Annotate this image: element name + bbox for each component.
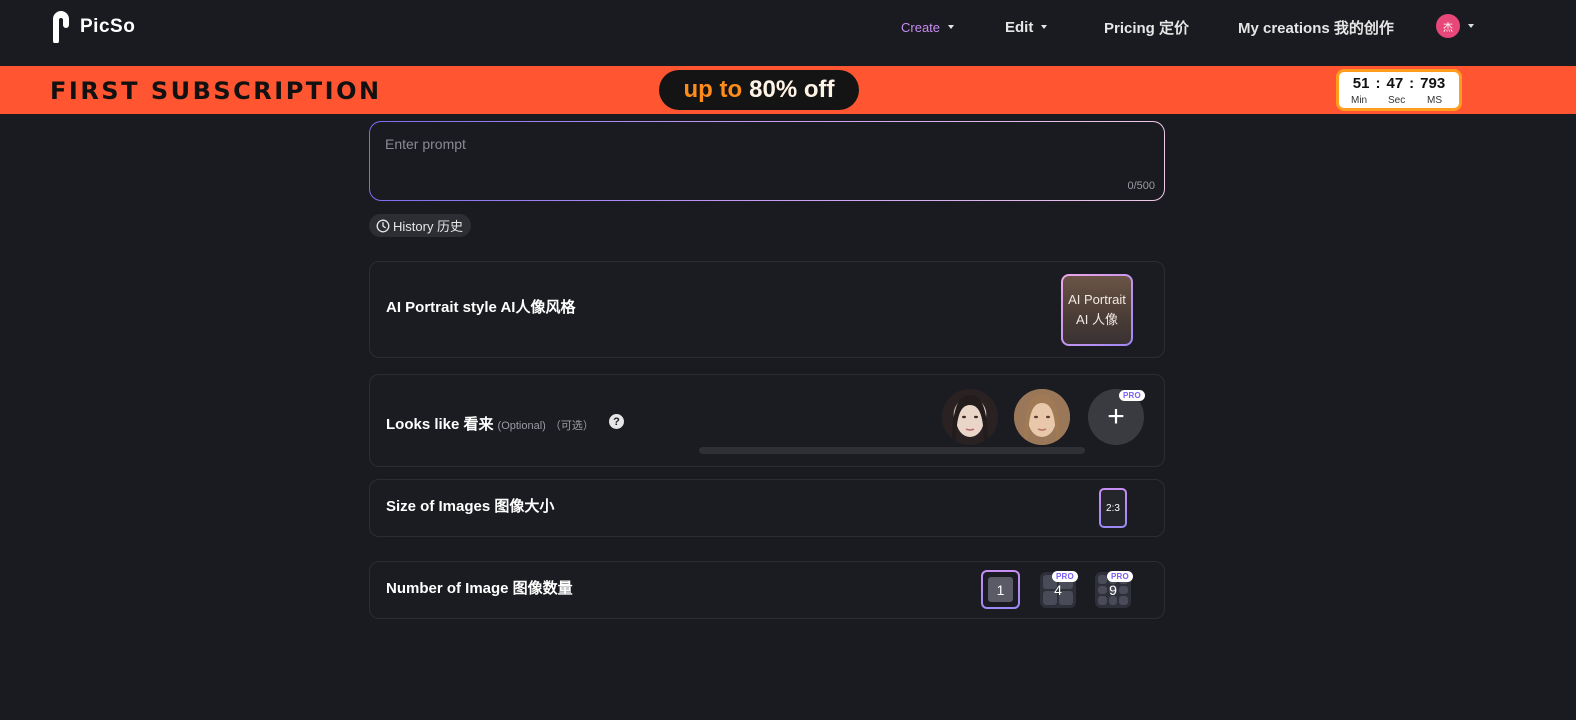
nav-my-creations-link[interactable]: My creations 我的创作: [1238, 0, 1394, 54]
help-icon[interactable]: ?: [609, 414, 624, 429]
prompt-inner: 0/500: [370, 122, 1164, 200]
optional-zh-label: （可选）: [549, 420, 594, 432]
picso-logo[interactable]: PicSo: [50, 11, 135, 43]
grid-cell: [1098, 596, 1107, 605]
ratio-option-2-3[interactable]: 2:3: [1099, 488, 1127, 528]
count-option-1-label: 1: [988, 577, 1013, 602]
banner-title: FIRST SUBSCRIPTION: [50, 77, 382, 105]
image-size-card: Size of Images 图像大小 2:3: [369, 479, 1165, 537]
timer-milliseconds: 793: [1420, 75, 1446, 92]
banner-offer-pill: up to 80% off: [659, 70, 859, 110]
nav-create-menu[interactable]: Create: [901, 0, 955, 54]
prompt-char-counter: 0/500: [1127, 180, 1155, 192]
picso-logo-icon: [53, 11, 69, 43]
reference-face-1[interactable]: [942, 389, 998, 445]
count-option-1[interactable]: 1: [981, 570, 1020, 609]
grid-cell: [1108, 596, 1118, 605]
portrait-style-title: AI Portrait style AI人像风格: [386, 299, 576, 316]
timer-ms-label: MS: [1427, 95, 1442, 106]
grid-cell: [1098, 585, 1107, 595]
looks-like-title-row: Looks like 看来 (Optional) （可选）: [386, 413, 594, 434]
logo-text: PicSo: [80, 16, 136, 37]
promo-banner[interactable]: FIRST SUBSCRIPTION up to 80% off 51 : 47…: [0, 66, 1576, 114]
image-size-title: Size of Images 图像大小: [386, 498, 555, 515]
pro-badge: PRO: [1052, 571, 1078, 582]
nav-edit-menu[interactable]: Edit: [1005, 0, 1048, 54]
offer-value: 80% off: [749, 76, 835, 103]
avatar[interactable]: 杰: [1436, 14, 1460, 38]
pro-badge: PRO: [1119, 390, 1145, 401]
chevron-down-icon: [1041, 25, 1048, 29]
offer-prefix: up to: [683, 76, 743, 103]
timer-values: 51 : 47 : 793: [1339, 75, 1459, 92]
grid-cell: [1119, 585, 1128, 595]
top-navigation-bar: PicSo Create Edit Pricing 定价 My creation…: [0, 0, 1576, 66]
looks-like-card: Looks like 看来 (Optional) （可选） ? + PRO: [369, 374, 1165, 467]
style-option-ai-portrait[interactable]: AI Portrait AI 人像: [1061, 274, 1133, 346]
face-thumbnail-icon: [1014, 389, 1070, 445]
count-option-1-frame: 1: [983, 572, 1018, 607]
clock-icon: [376, 219, 390, 232]
history-label: History 历史: [393, 219, 464, 234]
nav-create-label: Create: [901, 19, 941, 35]
nav-pricing-link[interactable]: Pricing 定价: [1104, 0, 1189, 54]
timer-sec-label: Sec: [1388, 95, 1406, 106]
grid-cell: [1043, 591, 1057, 605]
pro-badge: PRO: [1107, 571, 1133, 582]
reference-face-2[interactable]: [1014, 389, 1070, 445]
style-option-label: AI Portrait AI 人像: [1063, 276, 1131, 344]
face-thumbnail-icon: [952, 395, 988, 445]
optional-en-label: (Optional): [497, 420, 546, 432]
image-count-card: Number of Image 图像数量 1 4 PRO 9 PRO: [369, 561, 1165, 619]
timer-seconds: 47: [1386, 75, 1404, 92]
chevron-down-icon: [948, 25, 955, 29]
timer-min-label: Min: [1351, 95, 1368, 106]
faces-scrollbar[interactable]: [699, 447, 1085, 454]
chevron-down-icon: [1468, 24, 1474, 28]
looks-like-title: Looks like 看来: [386, 416, 494, 433]
countdown-timer: 51 : 47 : 793 Min Sec MS: [1336, 69, 1462, 111]
timer-separator: :: [1375, 75, 1381, 92]
user-menu[interactable]: 杰: [1436, 14, 1474, 38]
ratio-label: 2:3: [1101, 490, 1125, 526]
timer-separator: :: [1409, 75, 1415, 92]
portrait-style-card: AI Portrait style AI人像风格 AI Portrait AI …: [369, 261, 1165, 358]
image-count-title: Number of Image 图像数量: [386, 580, 573, 597]
nav-edit-label: Edit: [1005, 18, 1034, 36]
prompt-input[interactable]: [385, 136, 1125, 176]
grid-cell: [1098, 575, 1107, 584]
grid-cell: [1059, 591, 1073, 605]
grid-cell: [1108, 585, 1118, 595]
nav-pricing-label: Pricing 定价: [1104, 19, 1190, 37]
nav-my-creations-label: My creations 我的创作: [1238, 19, 1394, 37]
history-button[interactable]: History 历史: [369, 214, 472, 237]
grid-cell: [1119, 596, 1128, 605]
timer-minutes: 51: [1352, 75, 1370, 92]
prompt-box: 0/500: [369, 121, 1165, 201]
